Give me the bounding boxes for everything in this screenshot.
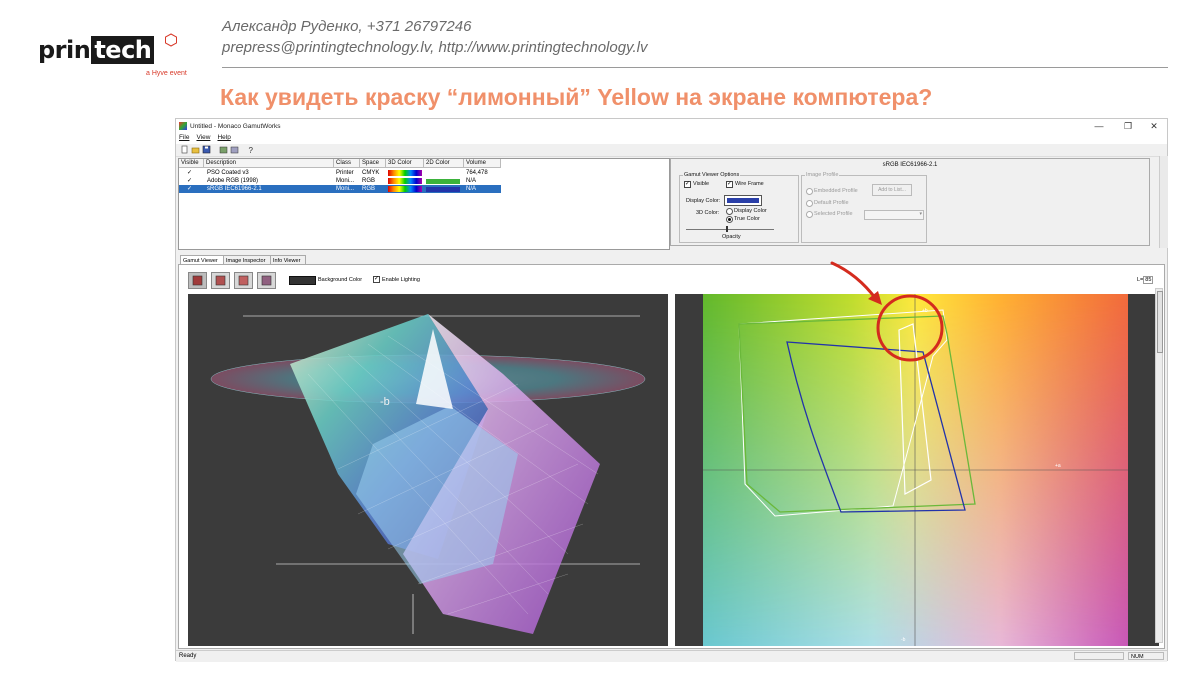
zoom-view-icon[interactable] (234, 272, 253, 289)
title-bar: Untitled - Monaco GamutWorks — ❐ ✕ (176, 119, 1167, 134)
gamut-viewer-options-group: Gamut Viewer Options ✓ Visible ✓ Wire Fr… (679, 172, 799, 243)
enable-lighting-label: Enable Lighting (382, 277, 420, 283)
status-bar: Ready NUM (176, 650, 1167, 662)
col-2d-color[interactable]: 2D Color (424, 159, 464, 168)
minimize-button[interactable]: — (1086, 119, 1112, 134)
selected-profile-radio[interactable] (806, 211, 813, 218)
profile-options-panel: sRGB IEC61966-2.1 Gamut Viewer Options ✓… (670, 158, 1150, 246)
embedded-profile-radio[interactable] (806, 188, 813, 195)
menu-file[interactable]: File (179, 134, 189, 141)
logo-wordmark: prin tech (38, 36, 155, 64)
l-slider[interactable] (1155, 288, 1163, 643)
reset-view-icon[interactable] (257, 272, 276, 289)
table-row[interactable]: ✓ PSO Coated v3 Printer CMYK 764,478 (179, 169, 501, 177)
options-area: sRGB IEC61966-2.1 Gamut Viewer Options ✓… (669, 158, 1161, 248)
color-2d-swatch (426, 179, 460, 184)
gamut-3d-view[interactable]: -b (188, 294, 668, 646)
slide-headline: Как увидеть краску “лимонный” Yellow на … (220, 84, 933, 110)
contact-email-web: prepress@printingtechnology.lv, http://w… (222, 39, 648, 56)
svg-text:?: ? (249, 146, 254, 154)
gamut-2d-render: +a +b -b (703, 294, 1128, 646)
color-2d-swatch (426, 187, 460, 192)
visible-checkbox[interactable]: ✓ (684, 181, 691, 188)
maximize-button[interactable]: ❐ (1115, 119, 1141, 134)
app-icon (179, 122, 187, 130)
axis-b-label: -b (380, 396, 390, 408)
profile-list: Visible Description Class Space 3D Color… (178, 158, 670, 250)
profile-dropdown[interactable]: ▾ (864, 210, 924, 220)
table-row[interactable]: ✓ Adobe RGB (1998) Moni... RGB N/A (179, 177, 501, 185)
status-cell-empty (1074, 652, 1124, 660)
l-value-readout: L= 85 (1137, 276, 1154, 284)
selected-profile-title: sRGB IEC61966-2.1 (882, 162, 938, 168)
logo-subtitle: a Hyve event (146, 70, 187, 77)
contact-name-phone: Александр Руденко, +371 26797246 (222, 18, 472, 35)
contact-info: Александр Руденко, +371 26797246 prepres… (222, 16, 647, 58)
header-divider (222, 67, 1168, 68)
menu-help[interactable]: Help (217, 134, 230, 141)
color-spectrum-swatch (388, 178, 422, 184)
opacity-slider-track[interactable] (686, 229, 774, 230)
opacity-slider-handle[interactable] (726, 226, 728, 232)
col-3d-color[interactable]: 3D Color (386, 159, 424, 168)
visible-check-icon[interactable]: ✓ (187, 169, 192, 177)
display-color-button[interactable] (724, 195, 762, 206)
annotation-arrow-icon (830, 261, 882, 305)
toolbar: ? (176, 144, 1167, 157)
slide-header: prin tech a Hyve event Александр Руденко,… (0, 0, 1200, 110)
color-spectrum-swatch (388, 170, 422, 176)
close-button[interactable]: ✕ (1141, 119, 1167, 134)
add-to-list-button[interactable]: Add to List... (872, 184, 912, 196)
options-scrollbar[interactable] (1159, 156, 1168, 248)
help-icon[interactable]: ? (246, 145, 255, 155)
background-color-label: Background Color (318, 277, 363, 283)
color-spectrum-swatch (388, 186, 422, 192)
rotate-view-icon[interactable] (188, 272, 207, 289)
gamutworks-window: Untitled - Monaco GamutWorks — ❐ ✕ File V… (175, 118, 1168, 662)
chevron-down-icon: ▾ (919, 211, 922, 217)
default-profile-radio[interactable] (806, 200, 813, 207)
background-color-swatch[interactable] (289, 276, 316, 285)
visible-check-icon[interactable]: ✓ (187, 185, 192, 193)
wireframe-checkbox[interactable]: ✓ (726, 181, 733, 188)
col-visible[interactable]: Visible (179, 159, 204, 168)
display-color-swatch (727, 198, 759, 203)
col-space[interactable]: Space (360, 159, 386, 168)
axis-plus-a-label: +a (1055, 463, 1061, 469)
true-color-radio[interactable] (726, 216, 733, 223)
image-profile-group: Image Profile Embedded Profile Add to Li… (801, 172, 927, 243)
gamut-2d-view[interactable]: +a +b -b (675, 294, 1159, 646)
gamut-viewer-panel: Background Color ✓ Enable Lighting L=85 (178, 264, 1165, 649)
l-slider-thumb[interactable] (1157, 291, 1163, 353)
gamut-3d-render: -b (210, 314, 646, 634)
new-file-icon[interactable] (180, 145, 189, 154)
visible-check-icon[interactable]: ✓ (187, 177, 192, 185)
col-description[interactable]: Description (204, 159, 334, 168)
display-color-radio[interactable] (726, 208, 733, 215)
printech-logo: prin tech a Hyve event (36, 30, 196, 80)
pan-view-icon[interactable] (211, 272, 230, 289)
status-text: Ready (179, 653, 197, 659)
menu-view[interactable]: View (196, 134, 210, 141)
menu-bar: File View Help (176, 134, 1167, 144)
save-icon[interactable] (202, 145, 211, 154)
export-icon[interactable] (230, 145, 239, 154)
col-class[interactable]: Class (334, 159, 360, 168)
window-title: Untitled - Monaco GamutWorks (190, 123, 281, 130)
table-row-selected[interactable]: ✓ sRGB IEC61966-2.1 Moni... RGB N/A (179, 185, 501, 193)
import-icon[interactable] (219, 145, 228, 154)
axis-minus-b-label: -b (901, 637, 906, 643)
open-folder-icon[interactable] (191, 145, 200, 154)
col-volume[interactable]: Volume (464, 159, 501, 168)
status-num: NUM (1128, 652, 1164, 660)
enable-lighting-checkbox[interactable]: ✓ (373, 276, 380, 283)
hexagon-icon (165, 33, 177, 47)
